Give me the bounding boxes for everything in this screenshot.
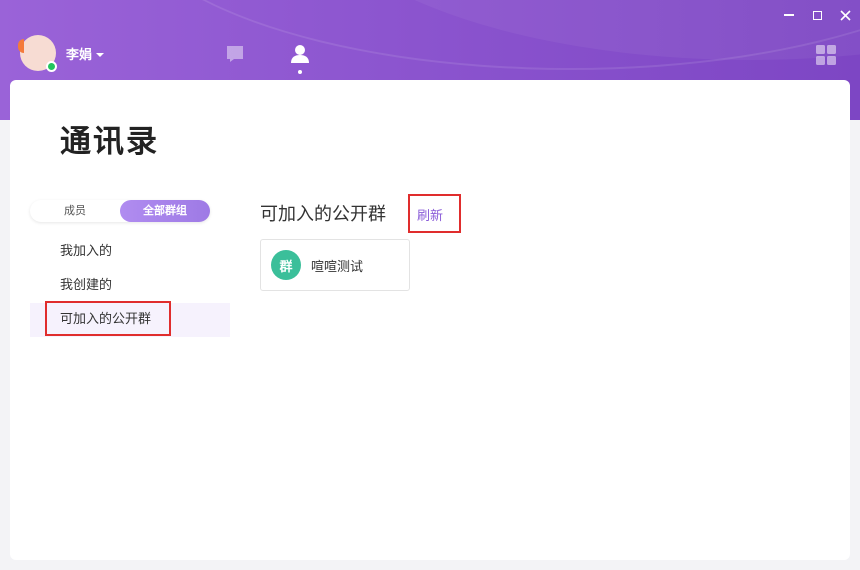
apps-grid-icon[interactable] — [816, 45, 836, 69]
group-avatar: 群 — [271, 250, 301, 280]
online-status-dot — [46, 61, 57, 72]
sidebar-item-created[interactable]: 我创建的 — [30, 269, 230, 303]
refresh-link[interactable]: 刷新 — [417, 205, 443, 224]
sidebar-item-public-groups[interactable]: 可加入的公开群 — [30, 303, 230, 337]
chevron-down-icon — [96, 52, 105, 57]
section-title: 可加入的公开群 — [260, 204, 386, 225]
sidebar-item-label: 我创建的 — [60, 278, 113, 293]
group-name: 喧喧测试 — [311, 259, 364, 275]
group-card[interactable]: 群 喧喧测试 — [260, 239, 410, 291]
window-controls — [782, 8, 852, 22]
tab-all-groups[interactable]: 全部群组 — [120, 200, 210, 222]
minimize-icon[interactable] — [782, 8, 796, 22]
avatar-decoration — [18, 39, 24, 53]
sidebar-item-joined[interactable]: 我加入的 — [30, 235, 230, 269]
group-filter-list: 我加入的 我创建的 可加入的公开群 — [30, 235, 230, 337]
user-menu[interactable]: 李娟 — [66, 44, 105, 63]
active-nav-indicator — [298, 70, 302, 74]
maximize-icon[interactable] — [810, 8, 824, 22]
contacts-icon[interactable] — [290, 44, 310, 68]
segment-control: 成员 全部群组 — [30, 200, 210, 222]
sidebar-item-label: 我加入的 — [60, 244, 113, 259]
close-icon[interactable] — [838, 8, 852, 22]
avatar[interactable] — [18, 35, 57, 72]
sidebar-item-label: 可加入的公开群 — [60, 312, 152, 327]
page-title: 通讯录 — [60, 124, 159, 160]
tab-members[interactable]: 成员 — [30, 200, 120, 222]
contacts-panel: 通讯录 成员 全部群组 我加入的 我创建的 可加入的公开群 可加入的公开群 刷新… — [10, 80, 850, 560]
chat-icon[interactable] — [225, 44, 245, 68]
user-name: 李娟 — [66, 48, 93, 63]
